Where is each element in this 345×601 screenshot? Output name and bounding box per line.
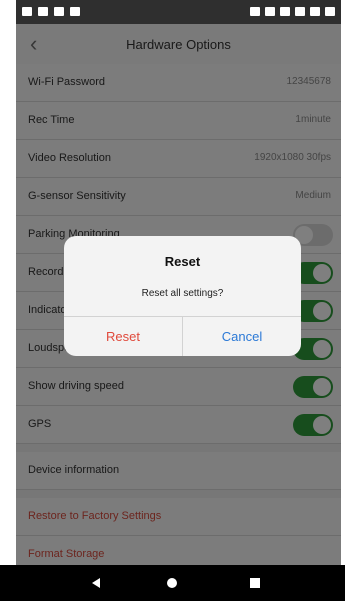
signal-icon (310, 7, 320, 16)
status-right (250, 7, 335, 16)
alarm-icon (265, 7, 275, 16)
notification-icon (38, 7, 48, 16)
notification-icon (70, 7, 80, 16)
dialog-message: Reset all settings? (141, 288, 224, 299)
dialog-title: Reset (164, 254, 201, 269)
status-left (22, 7, 80, 16)
dialog-actions: Reset Cancel (64, 316, 301, 356)
phone-screen: ‹ Hardware Options Wi-Fi Password 123456… (0, 0, 345, 601)
vibrate-icon (280, 7, 290, 16)
bluetooth-icon (250, 7, 260, 16)
cancel-button[interactable]: Cancel (183, 317, 301, 356)
nav-back-icon[interactable] (92, 578, 100, 588)
battery-icon (325, 7, 335, 16)
notification-icon (22, 7, 32, 16)
status-bar (16, 0, 341, 24)
nav-recent-apps-icon[interactable] (250, 578, 260, 588)
wifi-icon (295, 7, 305, 16)
reset-dialog: Reset Reset all settings? Reset Cancel (64, 236, 301, 356)
android-navigation-bar (0, 565, 345, 601)
reset-button[interactable]: Reset (64, 317, 183, 356)
notification-icon (54, 7, 64, 16)
nav-home-icon[interactable] (167, 578, 177, 588)
